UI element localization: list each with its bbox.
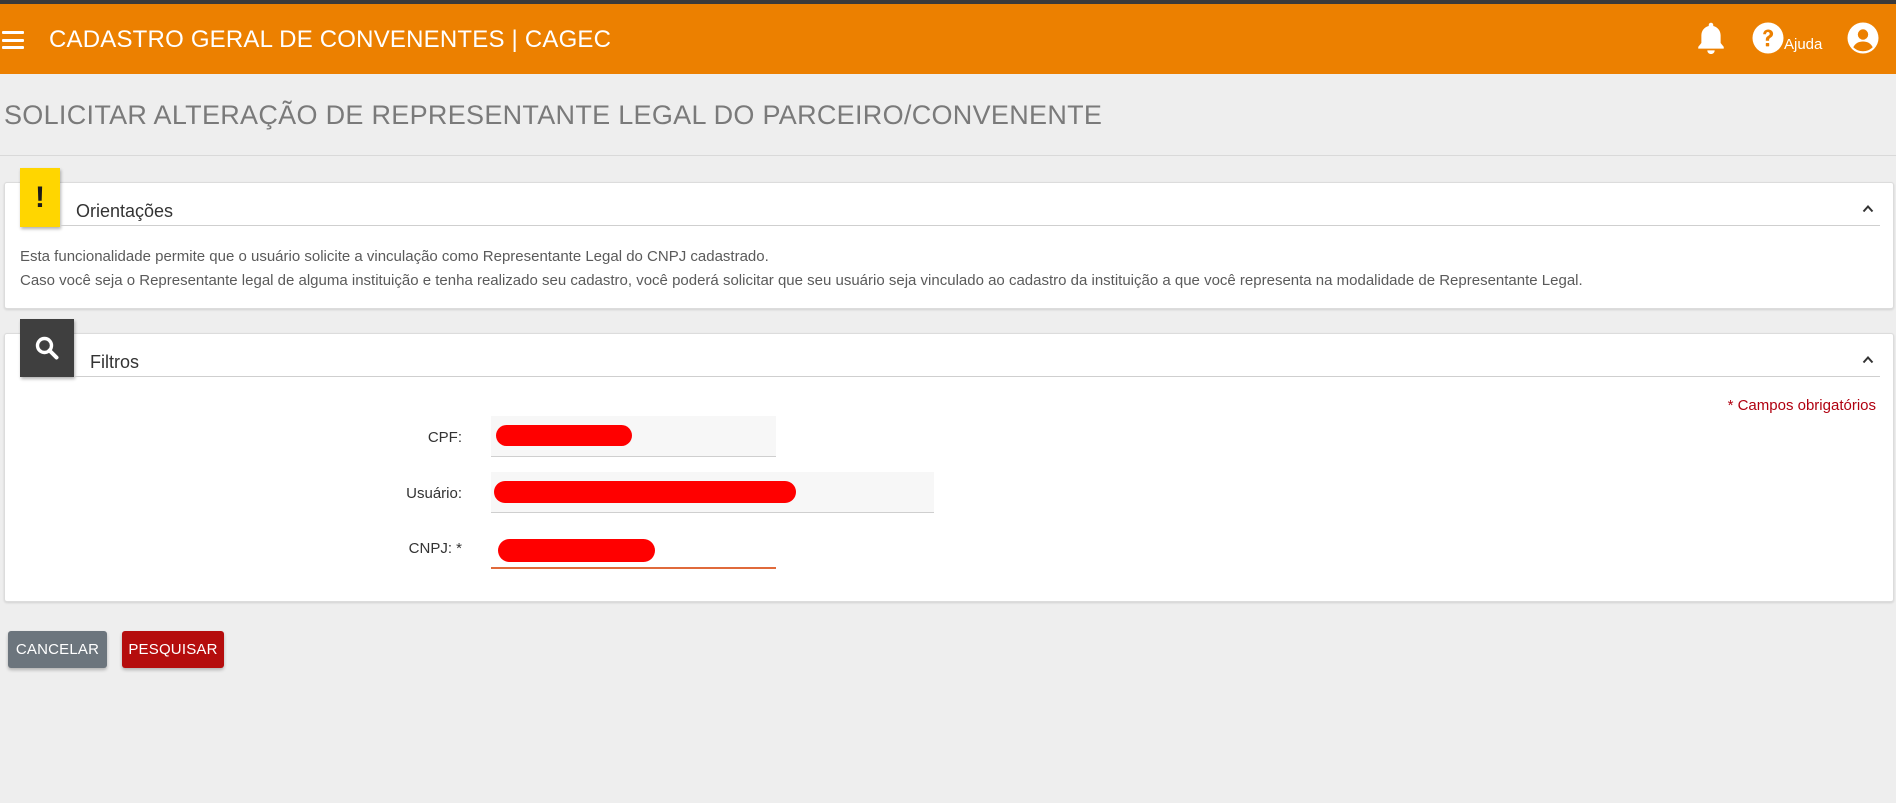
bell-icon[interactable] xyxy=(1694,20,1728,58)
redaction-mark xyxy=(498,539,655,562)
required-fields-note: * Campos obrigatórios xyxy=(1727,397,1876,414)
usuario-label: Usuário: xyxy=(406,485,462,502)
question-circle-icon[interactable] xyxy=(1752,22,1784,54)
title-divider xyxy=(0,155,1896,156)
chevron-up-icon[interactable] xyxy=(1862,354,1874,366)
orientacoes-line-1: Esta funcionalidade permite que o usuári… xyxy=(20,248,769,265)
search-badge xyxy=(20,319,74,377)
cancel-button[interactable]: CANCELAR xyxy=(8,631,107,668)
redaction-mark xyxy=(496,425,632,446)
user-circle-icon[interactable] xyxy=(1847,22,1879,54)
cnpj-label: CNPJ: * xyxy=(408,540,462,557)
help-label[interactable]: Ajuda xyxy=(1784,36,1822,53)
filtros-divider xyxy=(74,376,1880,377)
filtros-panel xyxy=(4,333,1894,602)
orientacoes-heading[interactable]: Orientações xyxy=(76,201,173,222)
search-button[interactable]: PESQUISAR xyxy=(122,631,224,668)
app-header: CADASTRO GERAL DE CONVENENTES | CAGEC Aj… xyxy=(0,4,1896,74)
cpf-label: CPF: xyxy=(427,429,462,446)
filtros-heading[interactable]: Filtros xyxy=(90,352,139,373)
exclamation-icon: ! xyxy=(20,168,60,227)
chevron-up-icon[interactable] xyxy=(1862,203,1874,215)
orientacoes-line-2: Caso você seja o Representante legal de … xyxy=(20,272,1583,289)
hamburger-menu-icon[interactable] xyxy=(2,31,24,49)
search-icon xyxy=(35,336,59,360)
redaction-mark xyxy=(494,481,796,503)
page-title: SOLICITAR ALTERAÇÃO DE REPRESENTANTE LEG… xyxy=(4,100,1103,130)
orientacoes-text: Esta funcionalidade permite que o usuári… xyxy=(20,245,1583,293)
app-title: CADASTRO GERAL DE CONVENENTES | CAGEC xyxy=(49,26,612,53)
orientacoes-divider xyxy=(60,225,1880,226)
